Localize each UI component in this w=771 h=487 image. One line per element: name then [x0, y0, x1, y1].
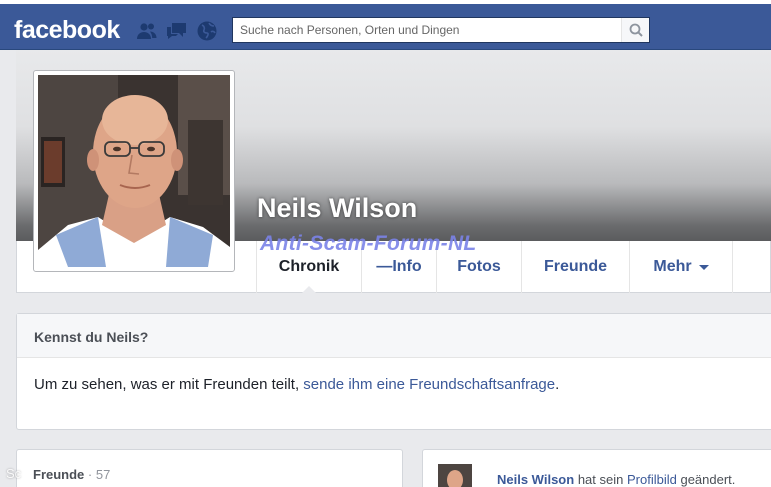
- watermark-text: Anti-Scam-Forum-NL: [260, 232, 477, 255]
- avatar[interactable]: [438, 464, 472, 487]
- friend-request-link[interactable]: sende ihm eine Freundschaftsanfrage: [303, 376, 555, 393]
- story-card: Neils Wilson hat sein Profilbild geänder…: [422, 449, 771, 487]
- tab-freunde[interactable]: Freunde: [521, 241, 629, 293]
- tab-label: Freunde: [543, 258, 608, 275]
- notifications-globe-icon[interactable]: [196, 20, 218, 42]
- card-text: Um zu sehen, was er mit Freunden teilt,: [34, 376, 300, 393]
- profile-photo: [38, 75, 230, 267]
- friends-card: Freunde · 57: [16, 449, 403, 487]
- friends-title[interactable]: Freunde · 57: [33, 467, 110, 482]
- know-person-card: Kennst du Neils? Um zu sehen, was er mit…: [16, 313, 771, 430]
- friends-count: · 57: [87, 467, 111, 482]
- tab-mehr[interactable]: Mehr: [629, 241, 733, 293]
- card-title: Kennst du Neils?: [17, 314, 771, 358]
- tab-label: Chronik: [278, 258, 340, 275]
- profile-picture-link[interactable]: Profilbild: [627, 472, 677, 487]
- story-author-link[interactable]: Neils Wilson: [497, 472, 574, 487]
- chevron-down-icon: [698, 264, 709, 270]
- friends-label: Freunde: [33, 467, 85, 482]
- profile-picture[interactable]: [33, 70, 235, 272]
- tab-label: Fotos: [457, 258, 501, 275]
- friends-icon[interactable]: [136, 20, 158, 42]
- search-icon: [629, 23, 643, 37]
- facebook-logo[interactable]: facebook: [14, 16, 120, 45]
- tab-label: —Info: [376, 258, 422, 275]
- corner-stamp: Sc: [6, 466, 22, 481]
- top-bar: facebook: [0, 0, 771, 50]
- story-text: Neils Wilson hat sein Profilbild geänder…: [497, 472, 735, 487]
- messages-icon[interactable]: [166, 20, 188, 42]
- card-text-end: .: [555, 376, 560, 393]
- search-input[interactable]: [233, 18, 621, 42]
- tab-label: Mehr: [653, 258, 692, 275]
- search-button[interactable]: [621, 18, 649, 42]
- story-verb: hat sein: [577, 472, 624, 487]
- story-end: geändert.: [680, 472, 736, 487]
- card-body: Um zu sehen, was er mit Freunden teilt, …: [17, 358, 771, 393]
- profile-name[interactable]: Neils Wilson: [257, 193, 417, 224]
- search-bar: [232, 17, 650, 43]
